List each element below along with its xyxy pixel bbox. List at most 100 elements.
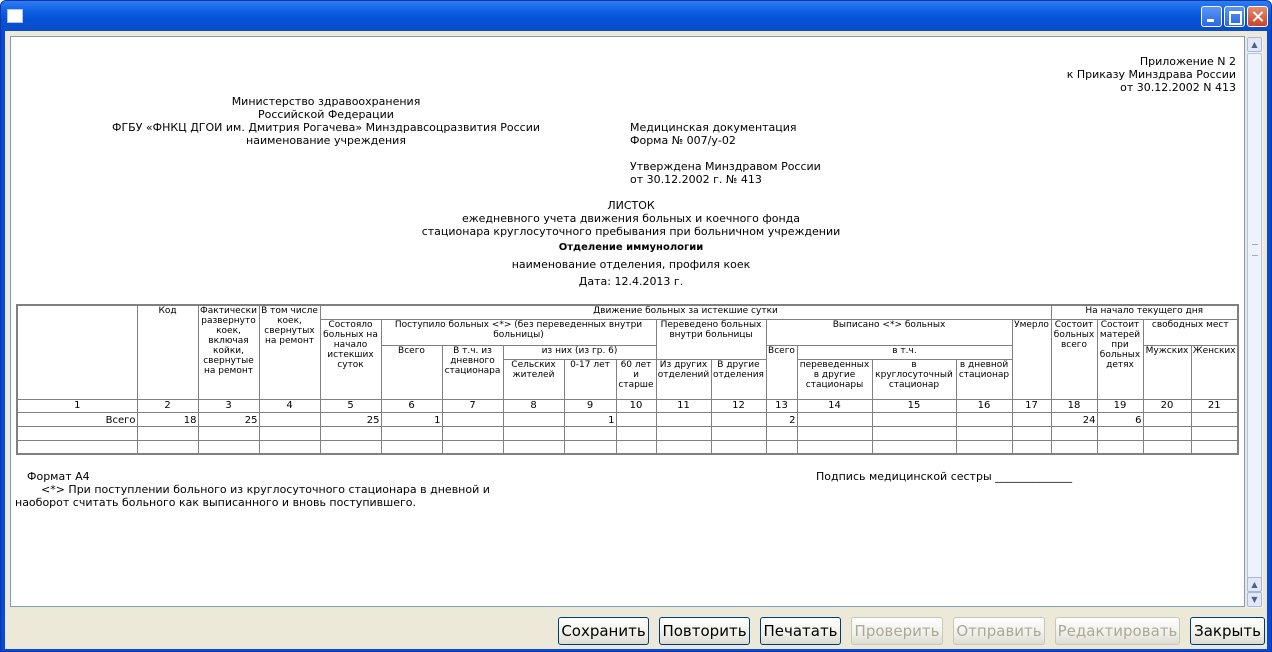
col-number: 12 — [710, 398, 767, 413]
table-cell — [380, 439, 443, 455]
table-cell: 25 — [319, 411, 382, 427]
header-code: Код — [136, 304, 199, 400]
table-cell — [136, 439, 199, 455]
header-discharged: Выписано <*> больных — [765, 318, 1013, 346]
form-line-4: Утверждена Минздравом России — [630, 160, 821, 173]
header-was: Состояло больных на начало истекших суто… — [319, 318, 382, 400]
table-cell: 1 — [380, 411, 443, 427]
scroll-down-button[interactable]: ▼ — [1247, 592, 1262, 607]
table-cell — [871, 425, 957, 441]
table-cell — [258, 425, 321, 441]
grip-icon — [1252, 244, 1258, 256]
table-cell — [502, 425, 565, 441]
table-cell — [655, 411, 712, 427]
department-name: Отделение иммунологии — [558, 242, 704, 253]
table-cell — [765, 425, 798, 441]
col-number: 19 — [1096, 398, 1144, 413]
table-cell: 6 — [1096, 411, 1144, 427]
save-button[interactable]: Сохранить — [558, 617, 649, 645]
scroll-thumb[interactable] — [1247, 53, 1262, 583]
minimize-button[interactable] — [1201, 6, 1222, 27]
header-transferred: Переведено больных внутри больницы — [655, 318, 767, 360]
close-window-button[interactable] — [1247, 6, 1268, 27]
table-cell — [615, 411, 657, 427]
col-number: 13 — [765, 398, 798, 413]
header-name — [16, 304, 138, 400]
vertical-scrollbar[interactable]: ▲ ▲ ▼ — [1247, 37, 1263, 608]
col-number: 2 — [136, 398, 199, 413]
app-icon — [7, 9, 23, 23]
report-table: Код Фактически развернуто коек, включая … — [16, 304, 1239, 455]
table-cell — [136, 425, 199, 441]
table-cell: 2 — [765, 411, 798, 427]
table-row — [16, 439, 1239, 455]
table-cell — [615, 439, 657, 455]
table-cell — [563, 425, 617, 441]
send-button[interactable]: Отправить — [953, 617, 1045, 645]
table-cell — [441, 411, 504, 427]
table-cell — [655, 425, 712, 441]
repeat-button[interactable]: Повторить — [659, 617, 750, 645]
header-died: Умерло — [1011, 318, 1052, 400]
col-number: 6 — [380, 398, 443, 413]
table-cell — [955, 411, 1013, 427]
table-cell: 18 — [136, 411, 199, 427]
table-cell — [441, 439, 504, 455]
header-to-day-hospital: в дневной стационар — [955, 358, 1013, 400]
title-line-3: стационара круглосуточного пребывания пр… — [421, 225, 841, 238]
col-number: 8 — [502, 398, 565, 413]
table-cell — [1142, 425, 1192, 441]
table-cell — [955, 425, 1013, 441]
table-cell — [16, 439, 138, 455]
col-number: 10 — [615, 398, 657, 413]
check-button[interactable]: Проверить — [851, 617, 943, 645]
edit-button[interactable]: Редактировать — [1055, 617, 1180, 645]
table-cell — [1190, 425, 1239, 441]
table-cell — [871, 411, 957, 427]
header-admitted: Поступило больных <*> (без переведенных … — [380, 318, 657, 346]
header-age-60: 60 лет и старше — [615, 358, 657, 400]
table-cell — [16, 425, 138, 441]
close-button[interactable]: Закрыть — [1190, 617, 1265, 645]
title-bar[interactable] — [1, 1, 1271, 31]
table-cell — [955, 439, 1013, 455]
table-cell — [563, 439, 617, 455]
table-cell — [197, 439, 260, 455]
scroll-up-button[interactable]: ▲ — [1247, 37, 1262, 52]
table-cell — [319, 425, 382, 441]
header-including: в т.ч. — [796, 344, 1013, 360]
app-window: Приложение N 2 к Приказу Минздрава Росси… — [0, 0, 1272, 652]
col-number: 7 — [441, 398, 504, 413]
col-number: 18 — [1050, 398, 1098, 413]
table-cell — [1050, 439, 1098, 455]
form-line-2: Форма № 007/у-02 — [630, 134, 736, 147]
table-cell — [871, 439, 957, 455]
print-button[interactable]: Печатать — [760, 617, 841, 645]
scroll-down-small-button[interactable]: ▲ — [1247, 577, 1262, 592]
table-cell — [441, 425, 504, 441]
table-cell — [1142, 439, 1192, 455]
maximize-button[interactable] — [1224, 6, 1245, 27]
ministry-line-1: Министерство здравоохранения — [231, 95, 421, 108]
table-cell — [1096, 425, 1144, 441]
column-number-row: 1 2 3 4 5 6 7 8 9 10 11 12 13 14 15 16 1 — [16, 398, 1239, 413]
client-area: Приложение N 2 к Приказу Минздрава Росси… — [5, 31, 1267, 649]
header-admitted-total: Всего — [380, 344, 443, 400]
table-cell — [796, 439, 873, 455]
appendix-line-1: Приложение N 2 — [1139, 55, 1236, 68]
table-cell — [1011, 425, 1052, 441]
appendix-line-2: к Приказу Минздрава России — [1066, 68, 1236, 81]
table-cell: 1 — [563, 411, 617, 427]
col-number: 11 — [655, 398, 712, 413]
col-number: 3 — [197, 398, 260, 413]
header-men: Мужских — [1142, 344, 1192, 400]
header-deployed-beds: Фактически развернуто коек, включая койк… — [197, 304, 260, 400]
table-cell — [796, 411, 873, 427]
format-label: Формат А4 — [27, 470, 90, 483]
col-number: 9 — [563, 398, 617, 413]
table-cell — [1011, 411, 1052, 427]
table-cell: 24 — [1050, 411, 1098, 427]
header-to-other-hospitals: переведенных в другие стационары — [796, 358, 873, 400]
col-number: 4 — [258, 398, 321, 413]
header-to-other-depts: В другие отделения — [710, 358, 767, 400]
